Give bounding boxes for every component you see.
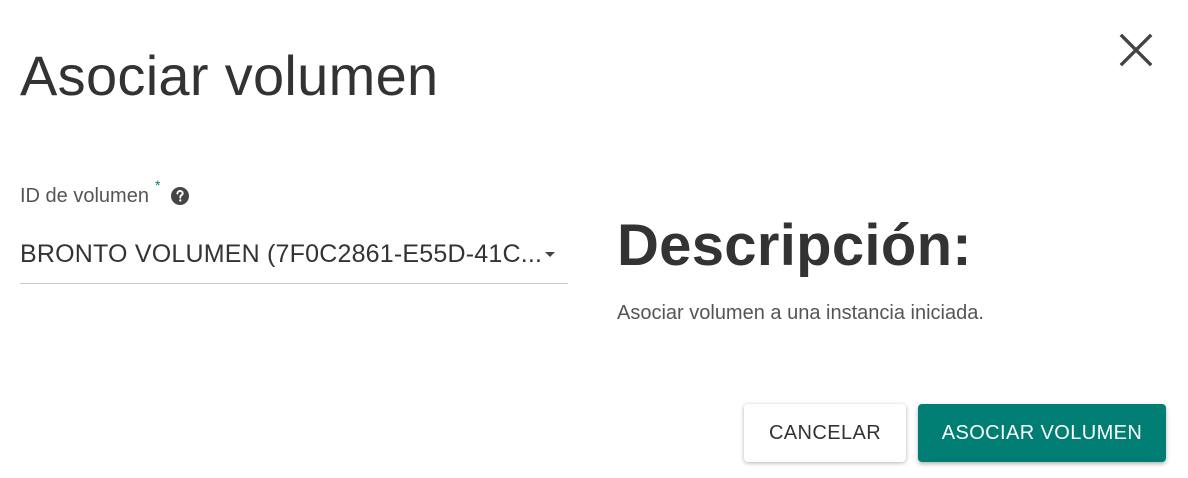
close-icon <box>1119 33 1153 67</box>
required-indicator: * <box>154 177 161 193</box>
description-title: Descripción: <box>617 213 972 278</box>
volume-id-label: ID de volumen <box>20 185 149 207</box>
volume-id-label-row: ID de volumen * <box>20 176 190 216</box>
dialog-title: Asociar volumen <box>20 44 439 107</box>
close-button[interactable] <box>1112 26 1160 74</box>
chevron-down-icon <box>545 252 555 257</box>
volume-id-selected-value: BRONTO VOLUMEN (7F0C2861-E55D-41C... <box>20 240 543 268</box>
question-circle-icon[interactable] <box>170 186 190 206</box>
associate-volume-button[interactable]: ASOCIAR VOLUMEN <box>918 404 1166 462</box>
associate-volume-dialog: Asociar volumen ID de volumen * BRONTO V… <box>0 0 1188 478</box>
cancel-button[interactable]: CANCELAR <box>744 404 906 462</box>
volume-id-select[interactable]: BRONTO VOLUMEN (7F0C2861-E55D-41C... <box>20 228 568 284</box>
description-text: Asociar volumen a una instancia iniciada… <box>617 302 984 324</box>
